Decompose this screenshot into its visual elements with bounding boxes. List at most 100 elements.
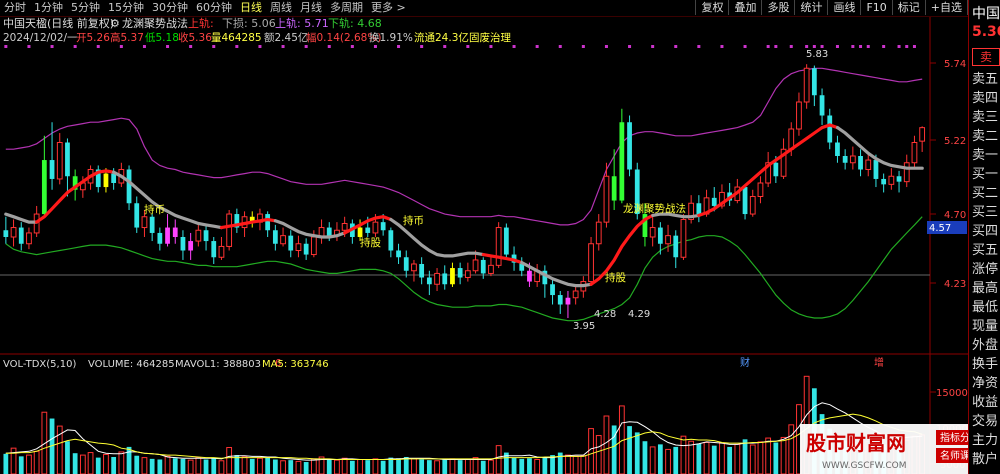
signal-dot xyxy=(866,45,870,48)
signal-dot xyxy=(281,45,285,48)
quote-row-label: 卖二 xyxy=(972,129,999,144)
signal-dot xyxy=(189,45,193,48)
signal-dot xyxy=(119,45,123,48)
signal-dot xyxy=(27,45,31,48)
volume-bar xyxy=(26,454,32,474)
watermark-tag2: 名师课程 xyxy=(940,449,968,462)
event-marker-finance[interactable]: 财 xyxy=(740,356,750,369)
signal-dots xyxy=(4,45,916,48)
volume-bar xyxy=(688,440,695,474)
volume-bar xyxy=(765,437,772,474)
signal-dot xyxy=(420,45,424,48)
signal-dot xyxy=(859,45,863,48)
candle-body xyxy=(195,229,202,242)
candle-body xyxy=(711,197,717,206)
bar-amount: 额2.45亿 xyxy=(264,31,308,44)
sector-tag[interactable]: 固废治理 xyxy=(469,31,511,44)
signal-dot xyxy=(327,45,331,48)
volume-bar xyxy=(365,460,371,474)
signal-dot xyxy=(50,45,54,48)
volume-bar xyxy=(742,439,748,474)
candle-body xyxy=(865,159,872,171)
signal-dot xyxy=(851,45,855,48)
volume-bar xyxy=(542,456,548,474)
signal-dot xyxy=(512,45,516,48)
watermark-tag1: 指标分享 xyxy=(940,431,968,444)
volume-bar xyxy=(111,456,117,474)
quote-row-label: 交易 xyxy=(972,414,999,429)
candle-body xyxy=(572,290,579,299)
volume-bar xyxy=(488,459,494,474)
volume-bar xyxy=(372,458,379,474)
candle-body xyxy=(172,227,178,237)
volume-bar xyxy=(18,456,24,474)
volume-bar xyxy=(519,458,525,474)
quote-row-label: 卖四 xyxy=(972,91,999,106)
volume-bar xyxy=(757,441,764,474)
watermark: 股市财富网 WWW.GSCFW.COM 指标分享 名师课程 xyxy=(800,424,968,474)
volume-bar xyxy=(572,455,579,474)
volume-bar xyxy=(180,458,186,474)
candle-body xyxy=(488,264,494,274)
candle-body xyxy=(180,237,186,251)
candle-body xyxy=(819,95,825,116)
candle-body xyxy=(3,230,9,237)
bar-low: 低5.18 xyxy=(145,31,179,44)
quote-row-label: 散户 xyxy=(972,452,999,467)
volume-bar xyxy=(326,459,332,474)
current-price: 4.57 xyxy=(929,223,951,234)
volume-bar xyxy=(195,457,202,474)
candle-body xyxy=(126,169,132,204)
signal-dot xyxy=(820,45,824,48)
candle-body xyxy=(272,230,278,244)
candle-body xyxy=(141,216,148,229)
signal-dot xyxy=(604,45,608,48)
volume-bar xyxy=(588,428,594,474)
candle-body xyxy=(835,142,840,156)
volume-bar xyxy=(3,453,9,474)
candle-body xyxy=(165,227,170,244)
candle-body xyxy=(903,162,910,183)
volume-bar xyxy=(426,460,432,474)
candle-body xyxy=(527,270,532,282)
volume-bar xyxy=(164,455,171,474)
volume-bar xyxy=(310,458,317,474)
candle-body xyxy=(280,235,286,245)
volume-bar xyxy=(380,460,386,474)
quote-row-label: 最低 xyxy=(972,300,999,315)
candle-body xyxy=(10,227,17,238)
candle-body xyxy=(619,122,625,201)
sell-button[interactable]: 卖 xyxy=(972,48,1000,66)
volume-bar xyxy=(719,442,725,474)
signal-dot xyxy=(720,45,724,48)
signal-dot xyxy=(805,45,809,48)
signal-dot xyxy=(789,45,793,48)
candle-body xyxy=(696,203,702,215)
candle-body xyxy=(434,272,440,285)
candle-body xyxy=(372,221,379,234)
quote-row-label: 买三 xyxy=(972,205,999,220)
candle-body xyxy=(380,222,386,231)
candle-body xyxy=(426,277,432,285)
candle-body xyxy=(680,218,687,258)
candle-body xyxy=(464,270,471,278)
hold-stock-label-b: 持股 xyxy=(605,271,626,284)
price-tick: 4.70 xyxy=(944,210,966,221)
volume-bar xyxy=(734,443,741,474)
quote-row-label: 外盘 xyxy=(972,338,999,353)
volume-bar xyxy=(449,458,456,474)
volume-bar xyxy=(226,447,233,474)
lower-band-line xyxy=(5,216,923,322)
candle-body xyxy=(742,187,748,215)
bar-close: 收5.36 xyxy=(178,31,212,44)
candle-body xyxy=(796,101,802,130)
volume-bar xyxy=(419,459,425,474)
signal-dot xyxy=(166,45,170,48)
event-marker-increase[interactable]: 增 xyxy=(874,356,884,369)
quote-price: 5.30 xyxy=(972,24,1000,40)
vol-indicator-label[interactable]: VOL-TDX(5,10) xyxy=(3,359,76,370)
signal-dot xyxy=(466,45,470,48)
candle-body xyxy=(649,227,656,238)
candle-body xyxy=(149,216,155,233)
volume-bar xyxy=(134,455,140,474)
